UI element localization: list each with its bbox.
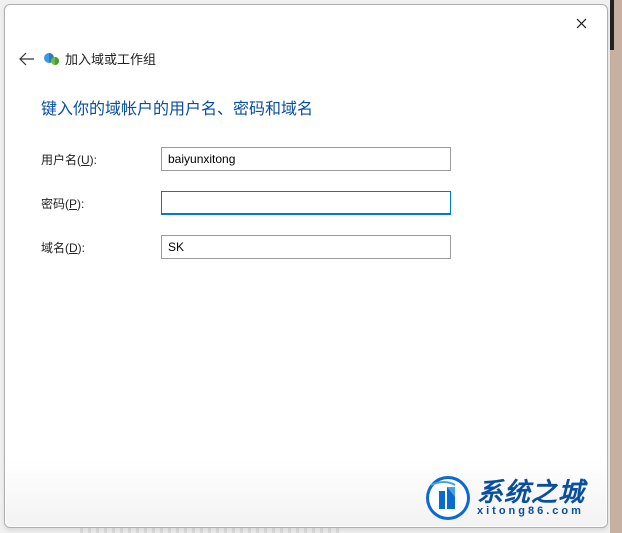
content-area: 键入你的域帐户的用户名、密码和域名 用户名(U): 密码(P): 域名(D): bbox=[41, 95, 577, 279]
password-input[interactable] bbox=[161, 191, 451, 215]
close-icon bbox=[576, 18, 587, 29]
watermark-sub: xitong86.com bbox=[477, 506, 585, 518]
label-password: 密码(P): bbox=[41, 195, 161, 212]
watermark-main: 系统之城 bbox=[477, 479, 585, 506]
watermark-logo-icon bbox=[425, 475, 471, 521]
row-username: 用户名(U): bbox=[41, 147, 577, 171]
watermark-text: 系统之城 xitong86.com bbox=[477, 479, 585, 518]
row-domain: 域名(D): bbox=[41, 235, 577, 259]
row-password: 密码(P): bbox=[41, 191, 577, 215]
join-domain-dialog: 加入域或工作组 键入你的域帐户的用户名、密码和域名 用户名(U): 密码(P):… bbox=[4, 4, 608, 528]
watermark: 系统之城 xitong86.com bbox=[425, 475, 585, 521]
close-button[interactable] bbox=[561, 9, 601, 37]
dialog-subtitle: 加入域或工作组 bbox=[65, 49, 156, 68]
network-icon bbox=[43, 49, 61, 67]
page-heading: 键入你的域帐户的用户名、密码和域名 bbox=[41, 95, 577, 119]
titlebar bbox=[5, 5, 607, 53]
bottom-artifact bbox=[80, 528, 340, 533]
username-input[interactable] bbox=[161, 147, 451, 171]
back-arrow-icon bbox=[19, 51, 35, 67]
label-username: 用户名(U): bbox=[41, 151, 161, 168]
back-button[interactable] bbox=[17, 49, 37, 69]
label-domain: 域名(D): bbox=[41, 239, 161, 256]
background-strip bbox=[610, 0, 622, 533]
domain-input[interactable] bbox=[161, 235, 451, 259]
